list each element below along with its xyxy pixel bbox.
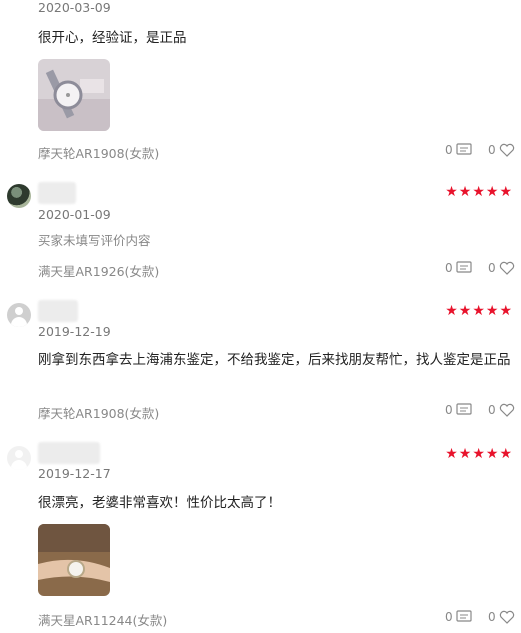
heart-icon [499,610,514,624]
review-photo[interactable] [38,59,110,131]
like-button[interactable]: 0 [488,610,515,624]
avatar[interactable] [7,184,31,208]
comment-count: 0 [445,610,453,624]
review-item: ★★★★★ 2019-12-17 很漂亮，老婆非常喜欢！性价比太高了！ 满天星A… [0,440,521,633]
like-button[interactable]: 0 [488,143,515,157]
star-rating: ★★★★★ [445,303,513,319]
review-date: 2019-12-19 [38,324,111,339]
comment-count: 0 [445,261,453,275]
comment-count: 0 [445,403,453,417]
like-count: 0 [488,261,496,275]
product-spec: 摩天轮AR1908(女款) [38,146,160,161]
review-date: 2019-12-17 [38,466,111,481]
user-nickname [38,182,76,204]
review-text: 很开心，经验证，是正品 [38,30,187,46]
review-date: 2020-01-09 [38,207,111,222]
comment-button[interactable]: 0 [445,261,472,275]
like-count: 0 [488,403,496,417]
user-nickname [38,442,100,464]
comment-button[interactable]: 0 [445,143,472,157]
review-photo[interactable] [38,524,110,596]
comment-icon [456,143,472,155]
watch-photo-image [38,59,110,131]
product-spec: 满天星AR1926(女款) [38,264,160,279]
comment-icon [456,261,472,273]
review-text: 很漂亮，老婆非常喜欢！性价比太高了！ [38,495,281,511]
comment-count: 0 [445,143,453,157]
review-item: ★★★★★ 2019-12-19 刚拿到东西拿去上海浦东鉴定，不给我鉴定，后来找… [0,297,521,427]
product-spec: 满天星AR11244(女款) [38,613,168,628]
heart-icon [499,261,514,275]
comment-button[interactable]: 0 [445,403,472,417]
like-count: 0 [488,143,496,157]
comment-button[interactable]: 0 [445,610,472,624]
review-item: 2020-03-09 很开心，经验证，是正品 摩天轮AR1908(女款) 0 0 [0,0,521,170]
avatar[interactable] [7,446,31,470]
review-text: 刚拿到东西拿去上海浦东鉴定，不给我鉴定，后来找朋友帮忙，找人鉴定是正品 [38,352,511,368]
heart-icon [499,143,514,157]
star-rating: ★★★★★ [445,184,513,200]
like-count: 0 [488,610,496,624]
user-nickname [38,300,78,322]
like-button[interactable]: 0 [488,403,515,417]
comment-icon [456,610,472,622]
review-text: 买家未填写评价内容 [38,233,151,248]
heart-icon [499,403,514,417]
like-button[interactable]: 0 [488,261,515,275]
avatar[interactable] [7,303,31,327]
review-item: ★★★★★ 2020-01-09 买家未填写评价内容 满天星AR1926(女款)… [0,178,521,283]
product-spec: 摩天轮AR1908(女款) [38,406,160,421]
review-date: 2020-03-09 [38,0,111,15]
comment-icon [456,403,472,415]
watch-wrist-photo-image [38,524,110,596]
star-rating: ★★★★★ [445,446,513,462]
